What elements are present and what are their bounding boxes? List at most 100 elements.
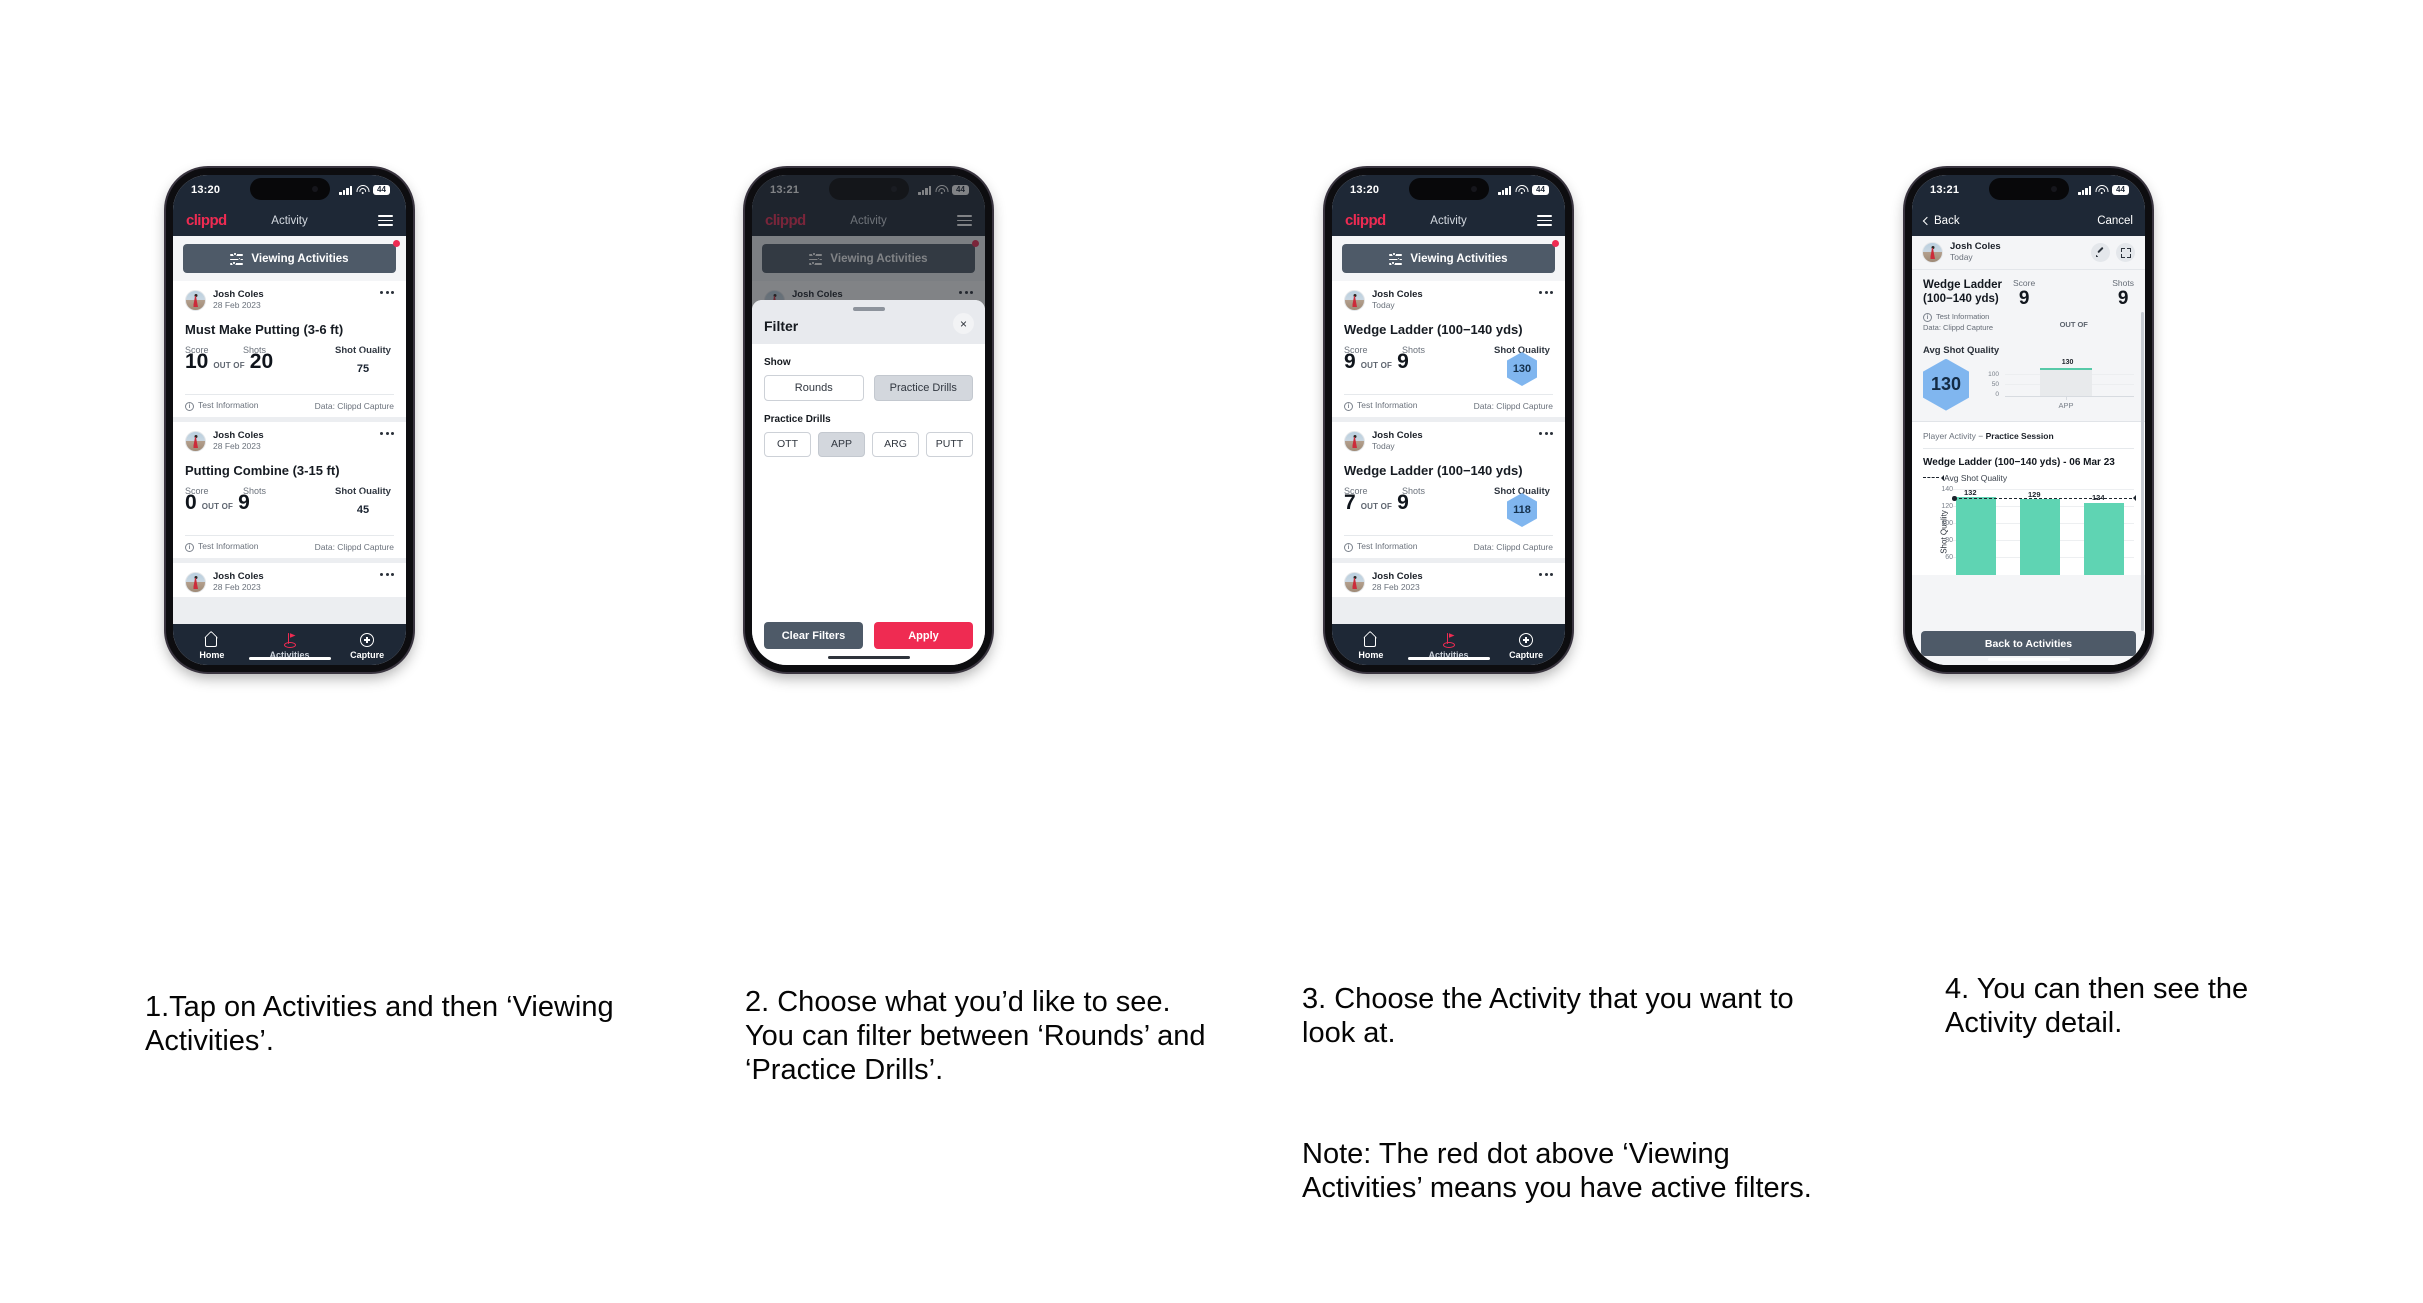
clippd-logo[interactable]: clippd bbox=[1345, 212, 1386, 229]
cellular-signal-icon bbox=[339, 185, 352, 195]
battery-indicator: 44 bbox=[2112, 185, 2129, 195]
tab-home[interactable]: Home bbox=[1332, 632, 1410, 660]
detail-user-header: Josh Coles Today bbox=[1912, 236, 2145, 270]
mini-ytick-50: 50 bbox=[1991, 380, 1999, 388]
more-options-icon[interactable] bbox=[380, 573, 394, 576]
dynamic-island bbox=[249, 178, 330, 200]
test-information[interactable]: i Test Information bbox=[185, 400, 258, 411]
more-options-icon[interactable] bbox=[1539, 291, 1553, 294]
card-footer: i Test Information Data: Clippd Capture bbox=[185, 535, 394, 558]
tab-home[interactable]: Home bbox=[173, 632, 251, 660]
edit-button[interactable] bbox=[2091, 243, 2110, 262]
avatar bbox=[1344, 431, 1365, 452]
card-header: Josh Coles 28 Feb 2023 bbox=[185, 430, 394, 456]
apply-button[interactable]: Apply bbox=[874, 622, 973, 649]
mini-xlabel-app: APP bbox=[2058, 400, 2074, 410]
player-activity-section: Player Activity − Practice Session Wedge… bbox=[1912, 421, 2145, 575]
viewing-activities-button[interactable]: Viewing Activities bbox=[1342, 244, 1555, 273]
filter-bar-wrapper: Viewing Activities bbox=[1332, 236, 1565, 281]
status-indicators: 44 bbox=[1498, 185, 1549, 195]
test-information[interactable]: i Test Information bbox=[1344, 400, 1417, 411]
activity-feed[interactable]: Josh Coles Today Wedge Ladder (100−140 y… bbox=[1332, 281, 1565, 624]
activity-date: 28 Feb 2023 bbox=[213, 300, 261, 311]
sheet-grabber[interactable] bbox=[852, 307, 885, 311]
activity-card[interactable]: Josh Coles Today Wedge Ladder (100−140 y… bbox=[1332, 281, 1565, 417]
user-info: Josh Coles 28 Feb 2023 bbox=[213, 289, 264, 311]
session-chart-title: Wedge Ladder (100−140 yds) - 06 Mar 23 bbox=[1923, 456, 2115, 468]
activity-card[interactable]: Josh Coles 28 Feb 2023 Putting Combine (… bbox=[173, 422, 406, 558]
tab-home-label: Home bbox=[199, 650, 225, 660]
scrollbar[interactable] bbox=[2141, 312, 2144, 631]
cancel-button[interactable]: Cancel bbox=[2097, 215, 2133, 227]
shot-quality-hex: 130 bbox=[1507, 352, 1537, 386]
activity-card[interactable]: Josh Coles Today Wedge Ladder (100−140 y… bbox=[1332, 422, 1565, 558]
score-value: 9 bbox=[1344, 350, 1356, 373]
clear-filters-button[interactable]: Clear Filters bbox=[764, 622, 863, 649]
back-to-activities-button[interactable]: Back to Activities bbox=[1921, 631, 2136, 656]
chip-ott[interactable]: OTT bbox=[764, 431, 811, 457]
more-options-icon[interactable] bbox=[380, 291, 394, 294]
viewing-activities-label: Viewing Activities bbox=[251, 252, 349, 265]
activity-feed[interactable]: Josh Coles 28 Feb 2023 Must Make Putting… bbox=[173, 281, 406, 624]
chip-app[interactable]: APP bbox=[818, 431, 865, 457]
avg-shot-quality-hex: 130 bbox=[1923, 358, 1969, 411]
activity-card[interactable]: Josh Coles 28 Feb 2023 bbox=[1332, 563, 1565, 597]
wifi-icon bbox=[356, 185, 369, 195]
tab-capture[interactable]: Capture bbox=[328, 632, 406, 660]
menu-icon[interactable] bbox=[378, 214, 393, 227]
chip-putt[interactable]: PUTT bbox=[926, 431, 973, 457]
info-icon: i bbox=[185, 402, 194, 411]
avg-shot-quality-section: Avg Shot Quality 130 130 100 50 0 APP bbox=[1912, 340, 2145, 422]
bar-3 bbox=[2084, 502, 2124, 575]
more-options-icon[interactable] bbox=[380, 432, 394, 435]
cellular-signal-icon bbox=[2078, 185, 2091, 195]
test-information[interactable]: i Test Information bbox=[185, 541, 258, 552]
score-values: 7 OUT OF 9 bbox=[1344, 492, 1464, 513]
activity-card[interactable]: Josh Coles 28 Feb 2023 Must Make Putting… bbox=[173, 281, 406, 417]
filter-sliders-icon bbox=[230, 252, 244, 265]
viewing-activities-button[interactable]: Viewing Activities bbox=[183, 244, 396, 273]
ytick-60: 60 bbox=[1945, 553, 1953, 561]
more-options-icon[interactable] bbox=[1539, 432, 1553, 435]
avg-shot-quality-mini-chart: 130 100 50 0 APP bbox=[1983, 359, 2134, 411]
status-indicators: 44 bbox=[2078, 185, 2129, 195]
home-indicator bbox=[248, 656, 331, 660]
fullscreen-button[interactable] bbox=[2116, 243, 2135, 262]
detail-body[interactable]: Wedge Ladder (100−140 yds) i Test Informa… bbox=[1912, 270, 2145, 665]
status-time: 13:20 bbox=[191, 184, 221, 196]
info-icon: i bbox=[1344, 402, 1353, 411]
cellular-signal-icon bbox=[1498, 185, 1511, 195]
more-options-icon[interactable] bbox=[1539, 573, 1553, 576]
chip-practice-drills[interactable]: Practice Drills bbox=[873, 374, 973, 401]
activity-card[interactable]: Josh Coles 28 Feb 2023 bbox=[173, 563, 406, 597]
activity-date: Today bbox=[1950, 252, 1973, 263]
expand-icon bbox=[2120, 247, 2131, 258]
score-values: 9 OUT OF 9 bbox=[1344, 351, 1464, 372]
info-icon: i bbox=[1923, 313, 1932, 323]
test-information[interactable]: i Test Information bbox=[1923, 311, 2007, 323]
clippd-logo[interactable]: clippd bbox=[186, 212, 227, 229]
chip-arg[interactable]: ARG bbox=[872, 431, 919, 457]
activity-date: 28 Feb 2023 bbox=[1372, 582, 1420, 593]
home-icon bbox=[1363, 634, 1378, 647]
tab-capture[interactable]: Capture bbox=[1487, 632, 1565, 660]
test-information[interactable]: i Test Information bbox=[1344, 541, 1417, 552]
close-icon[interactable]: × bbox=[953, 313, 974, 334]
menu-icon[interactable] bbox=[1537, 214, 1552, 227]
avg-line-icon bbox=[1923, 474, 1944, 481]
ytick-140: 140 bbox=[1941, 485, 1953, 493]
activity-title: Must Make Putting (3-6 ft) bbox=[185, 322, 344, 337]
status-indicators: 44 bbox=[339, 185, 390, 195]
chart-legend: Avg Shot Quality bbox=[1923, 473, 2134, 483]
user-info: Josh Coles Today bbox=[1372, 289, 1423, 311]
back-button[interactable]: Back bbox=[1922, 215, 1960, 227]
chip-rounds[interactable]: Rounds bbox=[764, 374, 864, 401]
data-source: Data: Clippd Capture bbox=[314, 541, 394, 552]
card-values: 10 OUT OF 20 75 bbox=[185, 350, 394, 394]
bar-2 bbox=[2020, 498, 2060, 575]
app-bar: clippd Activity bbox=[1332, 205, 1565, 236]
user-info: Josh Coles Today bbox=[1950, 241, 2001, 263]
phone-4-activity-detail: 13:21 44 Back Cancel Josh Coles Today We… bbox=[1903, 166, 2154, 674]
shot-quality-hex: 45 bbox=[348, 493, 378, 527]
detail-title-block: Wedge Ladder (100−140 yds) i Test Informa… bbox=[1923, 278, 2007, 334]
